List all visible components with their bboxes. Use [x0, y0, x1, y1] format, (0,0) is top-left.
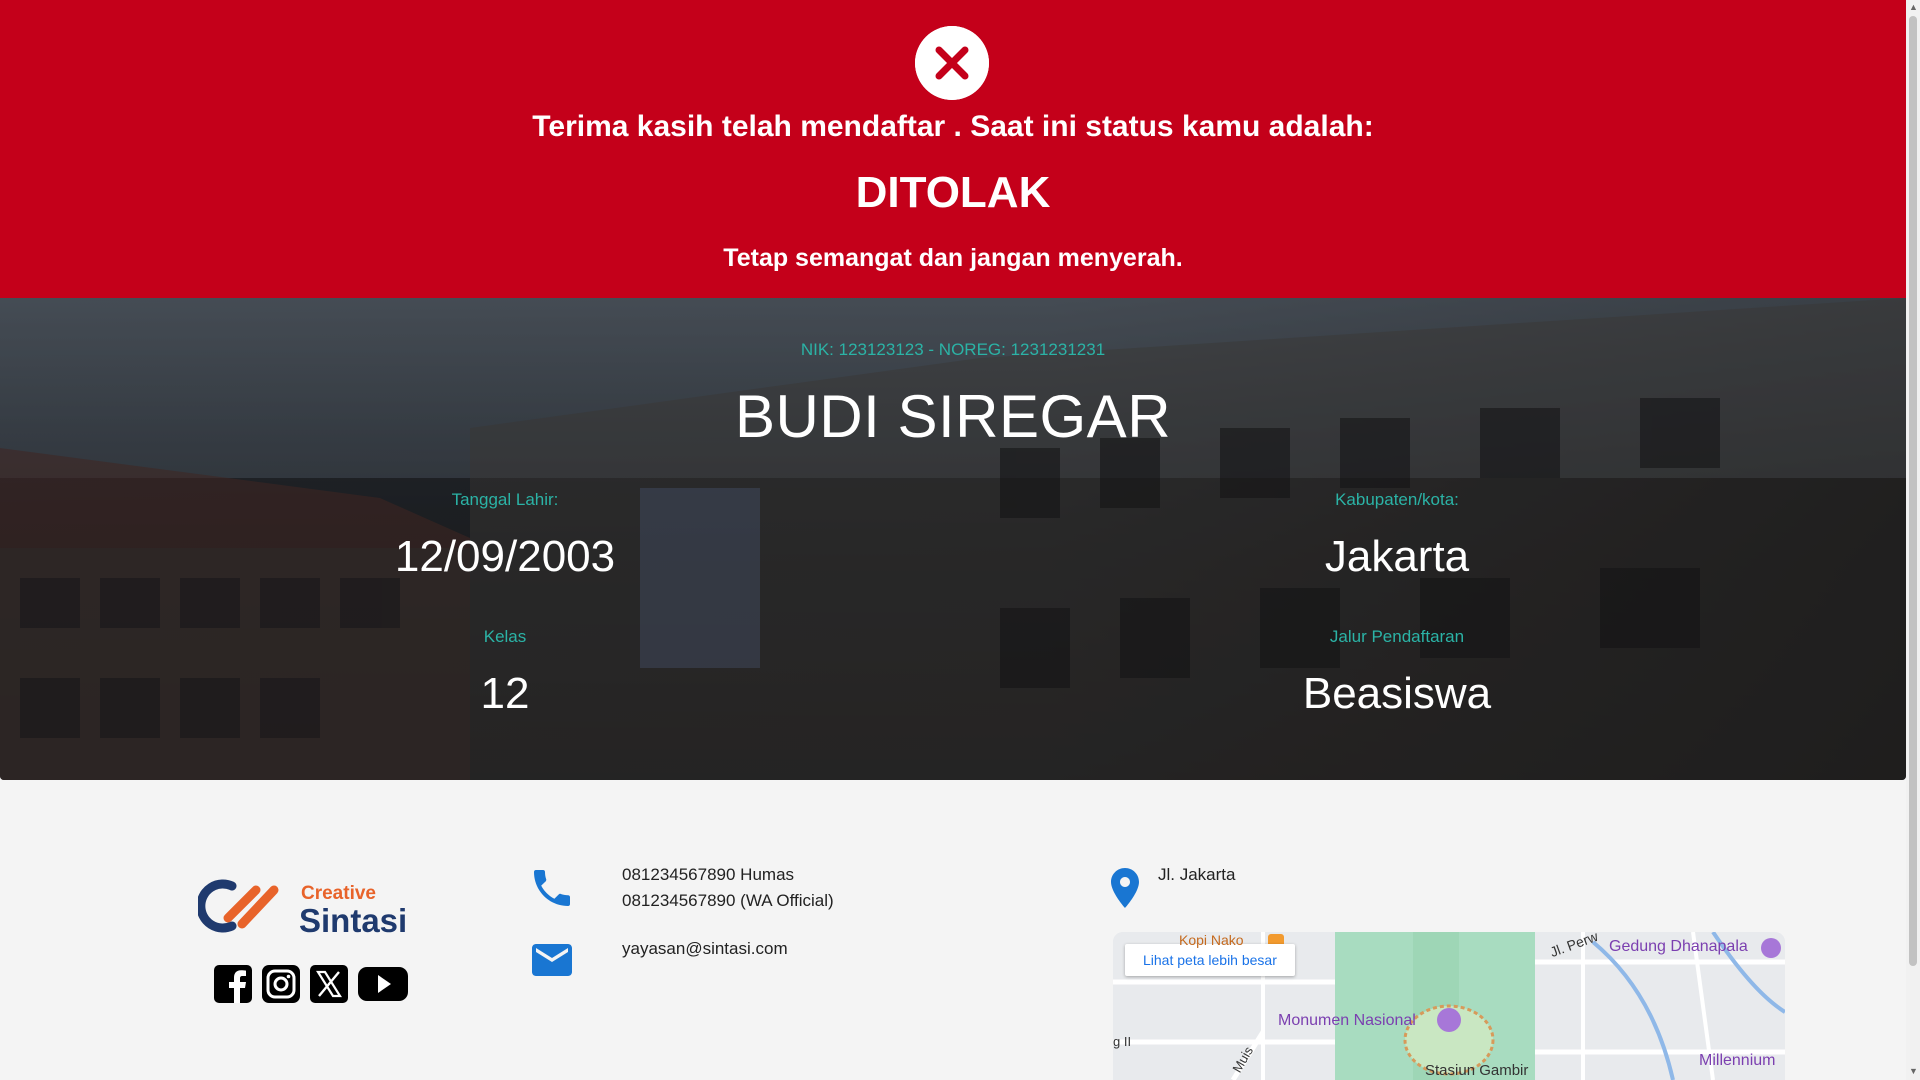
phone-humas[interactable]: 081234567890 Humas: [622, 862, 834, 888]
right-column: Kabupaten/kota: Jakarta Jalur Pendaftara…: [1097, 298, 1697, 780]
map-label-gedung-dhanapala: Gedung Dhanapala: [1609, 938, 1748, 955]
x-icon[interactable]: [310, 964, 348, 1004]
view-larger-map-button[interactable]: Lihat peta lebih besar: [1125, 944, 1295, 976]
footer: Creative Sintasi 081234567890 Humas 0812…: [0, 780, 1906, 1080]
map-label-g-ii: g II: [1113, 1034, 1132, 1049]
social-links: [214, 964, 408, 1004]
map-label-kopi-nako: Kopi Nako: [1179, 932, 1244, 948]
scrollbar-thumb[interactable]: [1909, 16, 1917, 966]
email-icon: [532, 944, 572, 976]
applicant-card: NIK: 123123123 - NOREG: 1231231231 BUDI …: [0, 298, 1906, 780]
status-message: Terima kasih telah mendaftar . Saat ini …: [532, 110, 1374, 143]
registration-path-label: Jalur Pendaftaran: [1329, 627, 1465, 646]
left-column: Tanggal Lahir: 12/09/2003 Kelas 12: [205, 298, 805, 780]
map-label-stasiun-gambir: Stasiun Gambir: [1425, 1062, 1529, 1079]
email-address[interactable]: yayasan@sintasi.com: [622, 936, 788, 962]
close-circle-icon: [915, 26, 989, 100]
logo-text-creative: Creative: [301, 883, 376, 904]
birth-date-value: 12/09/2003: [394, 532, 616, 581]
class-value: 12: [480, 669, 530, 718]
phone-list: 081234567890 Humas 081234567890 (WA Offi…: [622, 862, 834, 914]
status-encouragement: Tetap semangat dan jangan menyerah.: [723, 244, 1183, 272]
status-banner: Terima kasih telah mendaftar . Saat ini …: [0, 0, 1906, 298]
map-label-millennium: Millennium: [1699, 1052, 1776, 1069]
page: Terima kasih telah mendaftar . Saat ini …: [0, 0, 1906, 1080]
creative-sintasi-logo[interactable]: Creative Sintasi: [196, 872, 424, 940]
scroll-down-icon[interactable]: ▼: [1909, 1066, 1918, 1076]
instagram-icon[interactable]: [262, 964, 300, 1004]
logo-text-sintasi: Sintasi: [299, 902, 407, 939]
scroll-up-icon[interactable]: ▲: [1909, 2, 1918, 12]
embedded-map[interactable]: Lihat peta lebih besar Monumen Nasional …: [1113, 932, 1785, 1080]
youtube-icon[interactable]: [358, 964, 408, 1004]
vertical-scrollbar[interactable]: ▲ ▼: [1906, 0, 1920, 1080]
registration-path-value: Beasiswa: [1302, 669, 1492, 718]
location-pin-icon: [1111, 868, 1139, 908]
address: Jl. Jakarta: [1158, 865, 1236, 884]
city-value: Jakarta: [1324, 532, 1470, 581]
phone-wa-official[interactable]: 081234567890 (WA Official): [622, 888, 834, 914]
class-label: Kelas: [483, 627, 527, 646]
status-value: DITOLAK: [855, 168, 1051, 217]
map-label-monas: Monumen Nasional: [1278, 1012, 1416, 1029]
phone-icon: [534, 870, 570, 906]
city-label: Kabupaten/kota:: [1335, 490, 1459, 509]
birth-date-label: Tanggal Lahir:: [451, 490, 559, 509]
facebook-icon[interactable]: [214, 964, 252, 1004]
